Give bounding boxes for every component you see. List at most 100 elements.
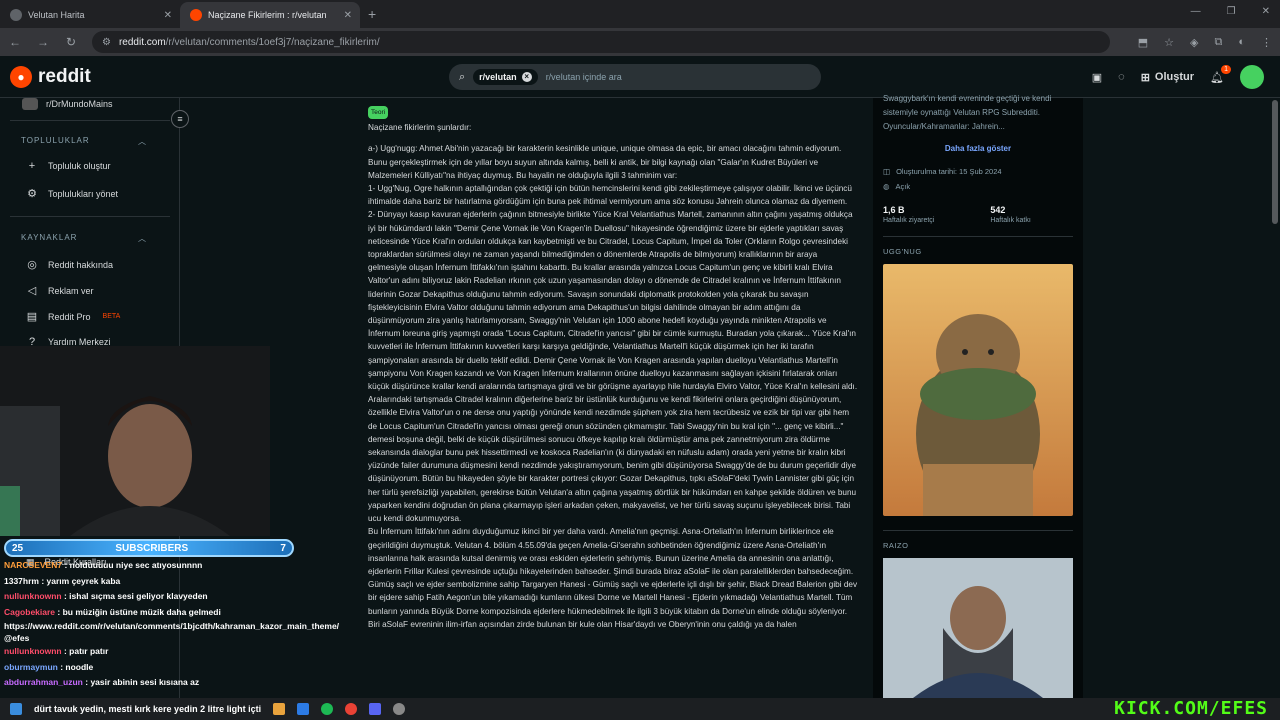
page-scrollbar[interactable] <box>1270 98 1280 698</box>
show-more-button[interactable]: Daha fazla göster <box>883 144 1073 153</box>
reddit-favicon-icon <box>190 9 202 21</box>
divider <box>10 216 170 217</box>
subs-count-left: 25 <box>12 542 24 554</box>
spotify-icon[interactable] <box>321 703 334 715</box>
minimize-icon[interactable]: — <box>1191 6 1201 17</box>
extension-icon[interactable]: ◈ <box>1190 36 1198 49</box>
url-domain: reddit.com <box>118 36 166 48</box>
logo-text: reddit <box>38 65 91 87</box>
sidebar-item-manage-communities[interactable]: ⚙ Toplulukları yönet <box>26 187 118 200</box>
reddit-icon: ◎ <box>27 259 37 271</box>
visibility: ◍ Açık <box>883 182 1073 191</box>
window-controls: — ❐ ✕ <box>1191 6 1270 17</box>
subs-label: SUBSCRIBERS <box>115 542 189 554</box>
notification-badge: 1 <box>1221 64 1231 74</box>
discord-icon[interactable] <box>369 703 382 715</box>
chat-message: 1337hrm : yarım çeyrek kaba <box>4 575 121 586</box>
close-window-icon[interactable]: ✕ <box>1262 6 1270 17</box>
post-paragraph: 1- Ugg'Nug, Ogre halkının aptallığından … <box>368 184 852 207</box>
chat-message: oburmaymun : noodle <box>4 661 94 672</box>
kick-watermark: KICK.COM/EFES <box>1114 698 1268 719</box>
avatar[interactable] <box>1240 65 1264 89</box>
clear-chip-icon[interactable]: × <box>521 72 532 82</box>
divider <box>883 530 1073 531</box>
chat-text: yarım çeyrek kaba <box>46 575 121 586</box>
section-header-resources[interactable]: KAYNAKLAR ︿ <box>21 233 147 244</box>
profile-icon[interactable]: ◐ <box>1238 36 1245 49</box>
ads-icon[interactable]: ▣ <box>1092 71 1102 84</box>
gear-icon: ⚙ <box>27 188 37 200</box>
post-paragraph: 2- Dünyayı kasıp kavuran ejderlerin çağı… <box>368 210 858 524</box>
chevron-up-icon: ︿ <box>138 137 147 146</box>
bookmark-star-icon[interactable]: ☆ <box>1164 36 1174 49</box>
section-label: KAYNAKLAR <box>21 233 78 242</box>
scrollbar-thumb[interactable] <box>1272 100 1278 224</box>
subs-count-right: 7 <box>280 542 286 554</box>
browser-tab[interactable]: Velutan Harita ✕ <box>0 2 180 28</box>
forward-icon[interactable]: → <box>36 35 50 49</box>
chat-icon[interactable]: ◌ <box>1118 71 1125 83</box>
taskbar-overlay-text: dürt tavuk yedin, mesti kırk kere yedin … <box>34 704 262 714</box>
mail-icon[interactable] <box>297 703 310 715</box>
close-icon[interactable]: ✕ <box>164 10 172 21</box>
chat-message: nullunknownn : ishal sıçma sesi geliyor … <box>4 591 208 601</box>
site-info-icon[interactable]: ⚙ <box>102 37 111 48</box>
obs-icon[interactable] <box>393 703 406 715</box>
browser-toolbar-icons: ⬒ ☆ ◈ ⧉ ◐ ⋮ <box>1138 36 1272 49</box>
chat-user: Cagobekiare <box>4 606 56 617</box>
folder-icon[interactable] <box>273 703 286 715</box>
megaphone-icon: ◁ <box>27 285 37 297</box>
sidebar-recent-community[interactable]: r/DrMundoMains <box>22 98 113 110</box>
character-image-uggnug[interactable] <box>883 264 1073 516</box>
chat-text: ishal sıçma sesi geliyor klavyeden <box>69 591 208 601</box>
post-paragraph: Naçizane fikirlerim şunlardır: <box>368 123 472 133</box>
sidebar-collapse-button[interactable]: ≡ <box>171 110 189 128</box>
chat-user: abdurrahman_uzun <box>4 677 83 687</box>
sidebar-item-create-community[interactable]: + Topluluk oluştur <box>26 160 111 172</box>
menu-icon[interactable]: ⋮ <box>1261 36 1272 49</box>
plus-icon: + <box>28 160 36 172</box>
search-bar[interactable]: ⌕ r/velutan × r/velutan içinde ara <box>449 64 821 90</box>
stat-label: Haftalık katkı <box>990 217 1031 224</box>
back-icon[interactable]: ← <box>8 35 22 49</box>
address-bar: ← → ↻ ⚙ reddit.com/r/velutan/comments/1o… <box>0 28 1280 56</box>
close-icon[interactable]: ✕ <box>344 10 352 21</box>
chat-user: oburmaymun <box>4 661 58 672</box>
cake-icon: ◫ <box>883 167 891 176</box>
character-image-raizo[interactable] <box>883 558 1073 698</box>
chat-message: NARCSEVEN7 : nolduuuuu niye sec atıyosun… <box>4 560 203 570</box>
url-input[interactable]: ⚙ reddit.com/r/velutan/comments/1oef3j7/… <box>92 31 1110 53</box>
post-flair[interactable]: Teori <box>368 106 389 120</box>
chrome-icon[interactable] <box>345 703 358 715</box>
tab-label: Naçizane Fikirlerim : r/velutan <box>208 10 327 20</box>
notification-bell-icon[interactable]: 🔔︎ 1 <box>1210 64 1231 84</box>
chat-user: nullunknownn <box>4 591 62 601</box>
post-paragraph: Bu İnfernum İttifakı'nın adını duyduğumu… <box>368 527 858 629</box>
new-tab-icon[interactable]: + <box>360 6 384 28</box>
image-widget-title: UGG'NUG <box>883 247 922 256</box>
section-header-communities[interactable]: TOPLULUKLAR ︿ <box>21 136 147 147</box>
chat-user: 1337hrm <box>4 575 39 586</box>
reddit-logo[interactable]: ● reddit <box>10 65 91 88</box>
sidebar-item-about-reddit[interactable]: ◎ Reddit hakkında <box>26 258 113 271</box>
browser-tab-active[interactable]: Naçizane Fikirlerim : r/velutan ✕ <box>180 2 360 28</box>
maximize-icon[interactable]: ❐ <box>1227 6 1236 17</box>
beta-badge: BETA <box>102 313 121 320</box>
chat-text: patır patır <box>69 646 109 656</box>
subreddit-chip[interactable]: r/velutan × <box>473 69 538 85</box>
create-button[interactable]: ⊞ Oluştur <box>1141 71 1194 84</box>
puzzle-icon[interactable]: ⧉ <box>1214 36 1222 49</box>
divider <box>883 236 1073 237</box>
reload-icon[interactable]: ↻ <box>64 35 78 49</box>
chat-message: Cagobekiare : bu müziğin üstüne müzik da… <box>4 606 221 617</box>
stream-chat: NARCSEVEN7 : nolduuuuu niye sec atıyosun… <box>0 558 339 708</box>
header-actions: ▣ ◌ ⊞ Oluştur 🔔︎ 1 <box>1092 64 1264 89</box>
sidebar-item-reddit-pro[interactable]: ▤ Reddit Pro BETA <box>26 310 121 323</box>
windows-start-icon[interactable] <box>10 703 22 715</box>
create-label: Oluştur <box>1154 71 1195 83</box>
stat-label: Haftalık ziyaretçi <box>883 217 935 224</box>
install-icon[interactable]: ⬒ <box>1138 36 1148 49</box>
stat-value: 1,6 B <box>883 205 905 215</box>
plus-icon: ⊞ <box>1140 71 1150 84</box>
sidebar-item-advertise[interactable]: ◁ Reklam ver <box>26 284 94 297</box>
